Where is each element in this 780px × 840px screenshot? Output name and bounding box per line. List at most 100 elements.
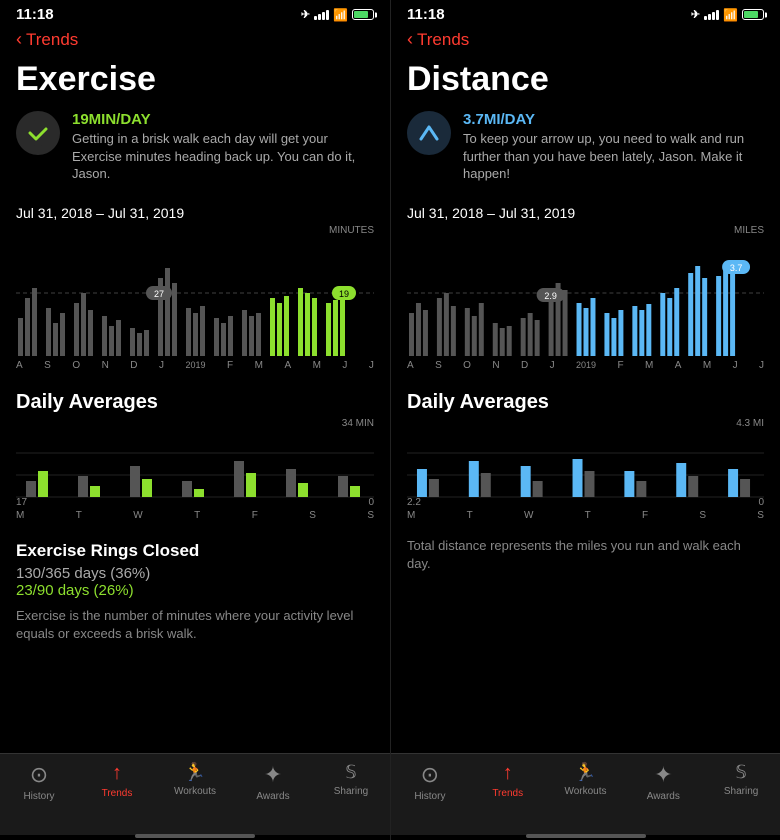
tab-sharing-left[interactable]: 𝕊 Sharing	[312, 762, 390, 797]
trends-icon-right: ↑	[503, 762, 513, 785]
status-icons-left: ✈ 📶	[301, 8, 374, 22]
day-labels-left: M T W T F S S	[16, 508, 374, 521]
exercise-stat-value: 19MIN/DAY	[72, 111, 374, 128]
left-phone-panel: 11:18 ✈ 📶 ‹ Trends Exercise	[0, 0, 390, 840]
trends-label-left: Trends	[102, 788, 133, 799]
status-bar-left: 11:18 ✈ 📶	[0, 0, 390, 27]
rings-stats-block: Exercise Rings Closed 130/365 days (36%)…	[0, 533, 390, 651]
daily-section-header-right: Daily Averages	[391, 379, 780, 418]
back-label-left: Trends	[26, 30, 78, 50]
daily-max-label-right: 4.3 MI	[736, 418, 764, 429]
tab-trends-left[interactable]: ↑ Trends	[78, 762, 156, 799]
back-nav-right[interactable]: ‹ Trends	[391, 27, 780, 56]
exercise-stat-info: 19MIN/DAY Getting in a brisk walk each d…	[72, 111, 374, 183]
workouts-label-left: Workouts	[174, 786, 216, 797]
home-indicator-right	[391, 835, 780, 840]
workouts-label-right: Workouts	[564, 786, 606, 797]
awards-icon-right: ✦	[654, 762, 672, 788]
battery-icon-right	[742, 9, 764, 20]
signal-bars-right	[704, 10, 719, 20]
page-title-right: Distance	[391, 56, 780, 111]
awards-label-right: Awards	[647, 791, 680, 802]
tab-workouts-left[interactable]: 🏃 Workouts	[156, 762, 234, 797]
month-labels-left: A S O N D J 2019 F M A M J J	[16, 358, 374, 371]
tab-bar-right: ⊙ History ↑ Trends 🏃 Workouts ✦ Awards 𝕊…	[391, 753, 780, 835]
svg-text:27: 27	[154, 289, 164, 299]
svg-text:2.9: 2.9	[544, 291, 556, 301]
rings-line1: 130/365 days (36%)	[16, 565, 374, 582]
exercise-icon	[16, 111, 60, 155]
rings-line2: 23/90 days (26%)	[16, 582, 374, 599]
distance-info-text: Total distance represents the miles you …	[391, 533, 780, 585]
back-nav-left[interactable]: ‹ Trends	[0, 27, 390, 56]
home-indicator-left	[0, 835, 390, 840]
chart-unit-left: MINUTES	[16, 225, 374, 236]
back-chevron-right: ‹	[407, 29, 413, 50]
history-label-left: History	[23, 791, 54, 802]
awards-icon-left: ✦	[264, 762, 282, 788]
daily-max-label: 34 MIN	[342, 418, 374, 429]
daily-chart-section-right: 4.3 MI	[391, 418, 780, 533]
sharing-icon-left: 𝕊	[345, 762, 356, 783]
tab-bar-left: ⊙ History ↑ Trends 🏃 Workouts ✦ Awards 𝕊…	[0, 753, 390, 835]
main-chart-right: MILES	[391, 225, 780, 379]
scroll-content-left[interactable]: Exercise 19MIN/DAY Getting in a brisk wa…	[0, 56, 390, 753]
svg-text:19: 19	[339, 289, 349, 299]
history-label-right: History	[414, 791, 445, 802]
date-range-left: Jul 31, 2018 – Jul 31, 2019	[0, 199, 390, 225]
time-right: 11:18	[407, 6, 445, 23]
stat-card-left: 19MIN/DAY Getting in a brisk walk each d…	[0, 111, 390, 199]
tab-awards-left[interactable]: ✦ Awards	[234, 762, 312, 802]
rings-desc: Exercise is the number of minutes where …	[16, 607, 374, 643]
distance-stat-info: 3.7MI/DAY To keep your arrow up, you nee…	[463, 111, 764, 183]
battery-icon-left	[352, 9, 374, 20]
history-icon-right: ⊙	[421, 762, 439, 788]
main-chart-left: MINUTES	[0, 225, 390, 379]
tab-history-right[interactable]: ⊙ History	[391, 762, 469, 802]
sharing-label-left: Sharing	[334, 786, 368, 797]
tab-trends-right[interactable]: ↑ Trends	[469, 762, 547, 799]
exercise-stat-desc: Getting in a brisk walk each day will ge…	[72, 130, 374, 183]
location-icon: ✈	[301, 8, 310, 21]
status-bar-right: 11:18 ✈ 📶	[391, 0, 780, 27]
rings-heading: Exercise Rings Closed	[16, 541, 374, 561]
chart-container-left: 27	[16, 238, 374, 358]
back-chevron-left: ‹	[16, 29, 22, 50]
stat-card-right: 3.7MI/DAY To keep your arrow up, you nee…	[391, 111, 780, 199]
wifi-icon: 📶	[333, 8, 348, 22]
back-label-right: Trends	[417, 30, 469, 50]
signal-bars-left	[314, 10, 329, 20]
tab-workouts-right[interactable]: 🏃 Workouts	[547, 762, 625, 797]
chart-unit-right: MILES	[407, 225, 764, 236]
awards-label-left: Awards	[256, 791, 289, 802]
tab-sharing-right[interactable]: 𝕊 Sharing	[702, 762, 780, 797]
daily-chart-right	[407, 431, 764, 501]
month-labels-right: A S O N D J 2019 F M A M J J	[407, 358, 764, 371]
daily-section-header-left: Daily Averages	[0, 379, 390, 418]
daily-chart-left	[16, 431, 374, 501]
svg-text:3.7: 3.7	[730, 263, 742, 273]
sharing-label-right: Sharing	[724, 786, 758, 797]
workouts-icon-left: 🏃	[184, 762, 206, 783]
right-phone-panel: 11:18 ✈ 📶 ‹ Trends Distance	[390, 0, 780, 840]
distance-stat-desc: To keep your arrow up, you need to walk …	[463, 130, 764, 183]
sharing-icon-right: 𝕊	[735, 762, 746, 783]
trends-icon-left: ↑	[112, 762, 122, 785]
tab-awards-right[interactable]: ✦ Awards	[624, 762, 702, 802]
date-range-right: Jul 31, 2018 – Jul 31, 2019	[391, 199, 780, 225]
scroll-content-right[interactable]: Distance 3.7MI/DAY To keep your arrow up…	[391, 56, 780, 753]
trends-label-right: Trends	[492, 788, 523, 799]
history-icon-left: ⊙	[30, 762, 48, 788]
chart-container-right: 2.9	[407, 238, 764, 358]
wifi-icon-right: 📶	[723, 8, 738, 22]
page-title-left: Exercise	[0, 56, 390, 111]
time-left: 11:18	[16, 6, 54, 23]
distance-stat-value: 3.7MI/DAY	[463, 111, 764, 128]
status-icons-right: ✈ 📶	[691, 8, 764, 22]
location-icon-right: ✈	[691, 8, 700, 21]
tab-history-left[interactable]: ⊙ History	[0, 762, 78, 802]
workouts-icon-right: 🏃	[574, 762, 596, 783]
daily-chart-section-left: 34 MIN	[0, 418, 390, 533]
distance-icon	[407, 111, 451, 155]
day-labels-right: M T W T F S S	[407, 508, 764, 521]
